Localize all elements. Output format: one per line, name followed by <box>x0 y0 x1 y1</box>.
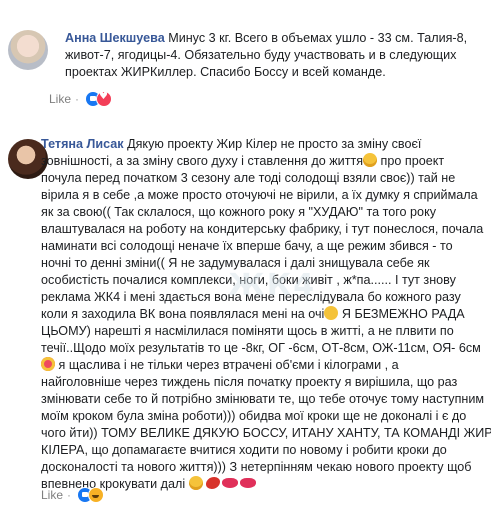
like-link[interactable]: Like <box>49 92 71 106</box>
avatar[interactable] <box>8 30 48 70</box>
comment-text-line: влаштувалася на роботу на кондитерську ф… <box>41 222 484 236</box>
comment-text-line: живот-7, ягодицы-4. Обязательно буду уча… <box>65 48 457 62</box>
comment-text-line: найголовніше через тиждень після початку… <box>41 375 458 389</box>
separator: · <box>67 488 72 502</box>
kiss-lips-icon <box>240 478 257 488</box>
comment-text-line: течії..Щодо моїх результатів то це -8кг,… <box>41 341 481 355</box>
grin-emoji-icon <box>363 153 378 167</box>
grin-emoji-icon <box>188 476 203 490</box>
comment-text-line: Минус 3 кг. Всего в объемах ушло - 33 см… <box>164 31 468 45</box>
comment-text-line: як за свою(( Так склалося, що кожного ро… <box>41 205 437 219</box>
watermark-logo: ЖК4 <box>228 268 317 303</box>
reactions-summary[interactable] <box>77 487 107 503</box>
comment-text-line: досконалості та нового життя))) З нетерп… <box>41 460 472 474</box>
pepper-emoji-icon <box>206 477 221 489</box>
separator: · <box>75 92 80 106</box>
comment-text-line: наминати всі солодощі неначе їх вперше б… <box>41 239 453 253</box>
haha-reaction-icon <box>88 487 105 503</box>
smile-emoji-icon <box>324 306 339 320</box>
comment-actions: Like · <box>49 91 115 107</box>
love-reaction-icon <box>96 91 113 107</box>
kiss-lips-icon <box>222 478 239 488</box>
comment-text-line: вірила я в себе ,а може просто оточуючі … <box>41 188 478 202</box>
comment-body: Тетяна Лисак Дякую проекту Жир Кілер не … <box>41 136 491 493</box>
reactions-summary[interactable] <box>85 91 115 107</box>
heart-eyes-emoji-icon <box>41 357 55 371</box>
comment-text-line: КІЛЕРА, що допамагаєте вчитися ходити по… <box>41 443 447 457</box>
comment-text-line: коли я заходила ВК вона появлялася мені … <box>41 307 325 321</box>
comment-text-line: Дякую проекту Жир Кілер не просто за змі… <box>123 137 422 151</box>
comment-text-fragment: про проект <box>377 154 445 168</box>
like-link[interactable]: Like <box>41 488 63 502</box>
comment-text-line: почула перед початком 3 сезону але тоді … <box>41 171 456 185</box>
comment-text-line: ЦЬОМУ) нарешті я насмілилася поміняти що… <box>41 324 454 338</box>
comment: Тетяна Лисак Дякую проекту Жир Кілер не … <box>0 121 491 528</box>
comment-actions: Like · <box>41 487 107 503</box>
comment-text-line: змінювати себе то й потрібно змінювати т… <box>41 392 485 406</box>
comment-text-line: проектах ЖИРКиллер. Спасибо Боссу и всей… <box>65 65 386 79</box>
comment-text-line: чого йти)) ТОМУ ВЕЛИКЕ ДЯКУЮ БОССУ, ИТАН… <box>41 426 491 440</box>
comment-text-fragment: Я БЕЗМЕЖНО РАДА <box>338 307 465 321</box>
comment-body: Анна Шекшуева Минус 3 кг. Всего в объема… <box>65 30 467 81</box>
comment-text-line: зовнішності, а за зміну свого духу і ста… <box>41 154 364 168</box>
comment-text-line: моїм кроком була зміна роботи))) обидва … <box>41 409 467 423</box>
comment-text-line: я щаслива і не тільки через втрачені об'… <box>55 358 399 372</box>
comment: Анна Шекшуева Минус 3 кг. Всего в объема… <box>0 0 491 121</box>
author-name[interactable]: Тетяна Лисак <box>41 137 124 151</box>
author-name[interactable]: Анна Шекшуева <box>65 31 165 45</box>
